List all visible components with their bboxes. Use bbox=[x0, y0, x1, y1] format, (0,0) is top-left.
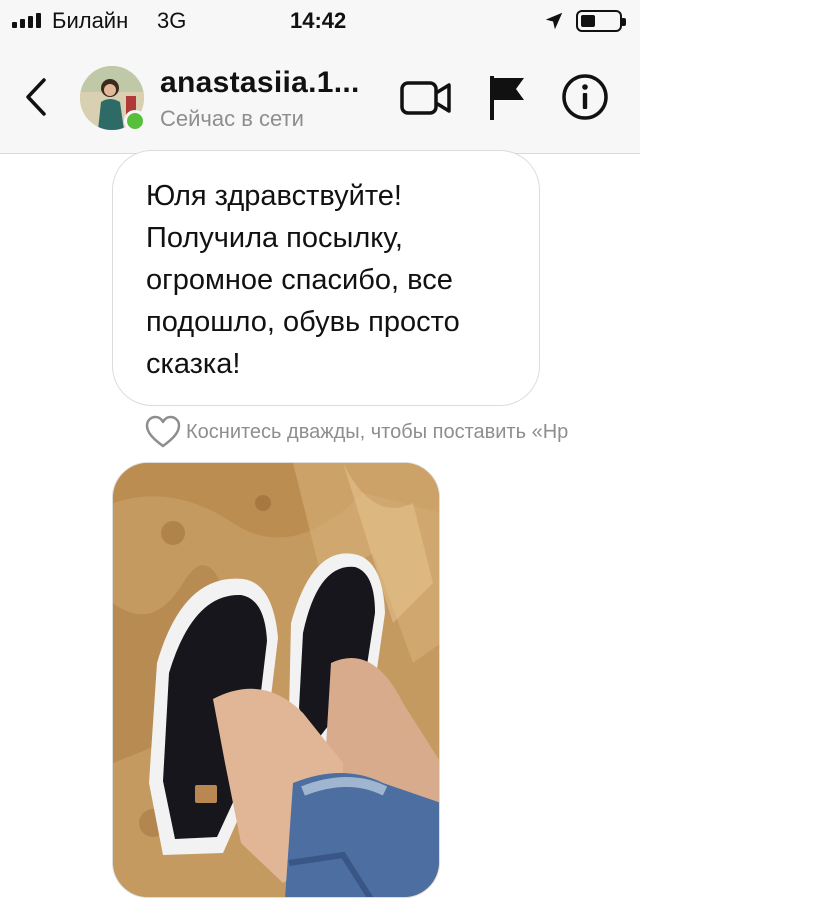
flag-button[interactable] bbox=[484, 72, 530, 124]
online-status-dot bbox=[124, 110, 146, 132]
shoes-photo bbox=[113, 463, 439, 897]
network-type: 3G bbox=[157, 8, 187, 33]
chat-header: anastasiia.1... Сейчас в сети bbox=[0, 44, 640, 154]
signal-bars-icon bbox=[12, 12, 41, 28]
chat-username[interactable]: anastasiia.1... bbox=[160, 66, 360, 100]
video-call-button[interactable] bbox=[398, 74, 454, 122]
like-hint-text: Коснитесь дважды, чтобы поставить «Нр bbox=[186, 421, 569, 443]
back-button[interactable] bbox=[18, 74, 54, 120]
location-arrow-icon bbox=[545, 12, 563, 30]
like-hint-row[interactable]: Коснитесь дважды, чтобы поставить «Нр bbox=[144, 414, 640, 450]
message-text: Юля здравствуйте! Получила посылку, огро… bbox=[146, 180, 460, 380]
message-bubble[interactable]: Юля здравствуйте! Получила посылку, огро… bbox=[112, 150, 540, 406]
info-button[interactable] bbox=[560, 72, 610, 122]
status-time: 14:42 bbox=[290, 8, 347, 33]
carrier-name: Билайн bbox=[52, 8, 129, 33]
battery-icon bbox=[576, 10, 626, 32]
photo-message[interactable] bbox=[112, 462, 440, 898]
direct-message-screen: Билайн 3G 14:42 anastasiia.1... Сейчас в… bbox=[0, 0, 640, 900]
status-bar: Билайн 3G 14:42 bbox=[0, 0, 640, 44]
presence-status: Сейчас в сети bbox=[160, 106, 304, 131]
heart-icon[interactable] bbox=[144, 414, 182, 450]
